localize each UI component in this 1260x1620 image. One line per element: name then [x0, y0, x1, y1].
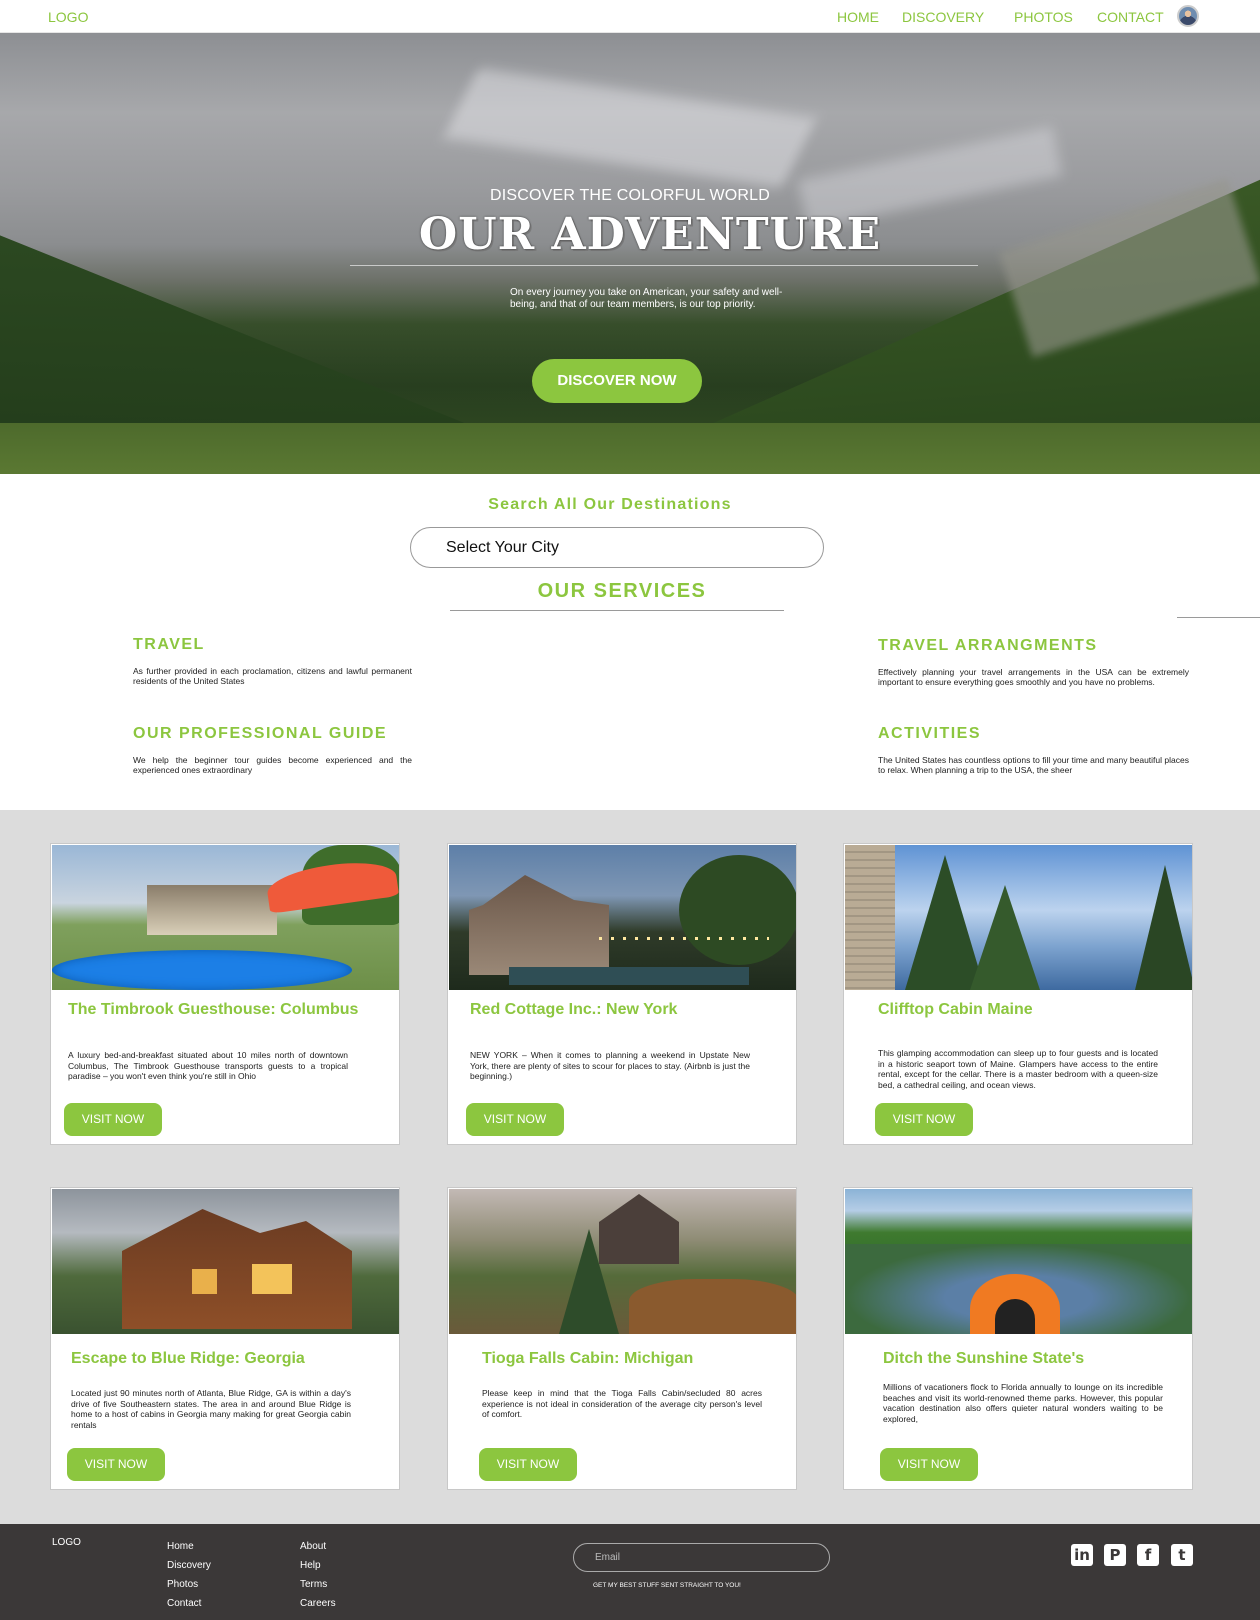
destination-card: Ditch the Sunshine State's Millions of v… [843, 1187, 1193, 1490]
footer-link-about[interactable]: About [300, 1537, 336, 1556]
hero-subtitle: DISCOVER THE COLORFUL WORLD [489, 187, 771, 204]
service-title: OUR PROFESSIONAL GUIDE [133, 725, 388, 742]
email-placeholder: Email [595, 1552, 621, 1563]
hero-banner: DISCOVER THE COLORFUL WORLD OUR ADVENTUR… [0, 33, 1260, 474]
nav-link-contact[interactable]: CONTACT [1097, 9, 1164, 25]
hero-divider [350, 265, 978, 266]
services-divider [450, 610, 784, 611]
destination-card: Red Cottage Inc.: New York NEW YORK – Wh… [447, 843, 797, 1145]
email-input[interactable]: Email [573, 1543, 830, 1572]
site-logo[interactable]: LOGO [48, 9, 88, 25]
nav-link-discovery[interactable]: DISCOVERY [902, 9, 984, 25]
hero-description: On every journey you take on American, y… [510, 287, 783, 310]
service-title: ACTIVITIES [878, 725, 982, 742]
nav-link-photos[interactable]: PHOTOS [1014, 9, 1073, 25]
footer: LOGO Home Discovery Photos Contact About… [0, 1524, 1260, 1620]
visit-now-button[interactable]: VISIT NOW [880, 1448, 978, 1481]
meadow [0, 423, 1260, 474]
card-title[interactable]: The Timbrook Guesthouse: Columbus [68, 1001, 358, 1019]
card-title[interactable]: Ditch the Sunshine State's [883, 1350, 1084, 1368]
service-text: As further provided in each proclamation… [133, 666, 412, 686]
card-text: A luxury bed-and-breakfast situated abou… [68, 1050, 348, 1081]
footer-link-careers[interactable]: Careers [300, 1594, 336, 1613]
cottage-photo [449, 845, 796, 990]
kayak-photo [845, 1189, 1192, 1334]
blue-ridge-photo [52, 1189, 399, 1334]
visit-now-button[interactable]: VISIT NOW [64, 1103, 162, 1136]
footer-link-contact[interactable]: Contact [167, 1594, 211, 1613]
city-select[interactable]: Select Your City [410, 527, 824, 568]
city-select-value: Select Your City [446, 539, 559, 556]
service-arrangements: TRAVEL ARRANGMENTS Effectively planning … [878, 637, 1189, 687]
pinterest-icon[interactable]: P [1104, 1544, 1126, 1566]
card-text: This glamping accommodation can sleep up… [878, 1048, 1158, 1090]
services-title: OUR SERVICES [537, 580, 707, 602]
tioga-photo [449, 1189, 796, 1334]
visit-now-button[interactable]: VISIT NOW [67, 1448, 165, 1481]
search-title: Search All Our Destinations [488, 496, 732, 513]
card-title[interactable]: Escape to Blue Ridge: Georgia [71, 1350, 305, 1368]
footer-links-secondary: About Help Terms Careers [300, 1537, 336, 1613]
card-text: Located just 90 minutes north of Atlanta… [71, 1388, 351, 1430]
footer-link-photos[interactable]: Photos [167, 1575, 211, 1594]
footer-link-home[interactable]: Home [167, 1537, 211, 1556]
service-guide: OUR PROFESSIONAL GUIDE We help the begin… [133, 725, 412, 775]
nav-link-home[interactable]: HOME [837, 9, 879, 25]
mountain-snow [443, 68, 817, 188]
footer-link-discovery[interactable]: Discovery [167, 1556, 211, 1575]
newsletter-tagline: GET MY BEST STUFF SENT STRAIGHT TO YOU! [593, 1582, 741, 1589]
edge-divider [1177, 617, 1260, 618]
service-title: TRAVEL ARRANGMENTS [878, 637, 1098, 654]
facebook-icon[interactable]: f [1137, 1544, 1159, 1566]
cabin-photo [845, 845, 1192, 990]
card-text: Millions of vacationers flock to Florida… [883, 1382, 1163, 1424]
service-text: We help the beginner tour guides become … [133, 755, 412, 775]
card-text: NEW YORK – When it comes to planning a w… [470, 1050, 750, 1081]
visit-now-button[interactable]: VISIT NOW [466, 1103, 564, 1136]
linkedin-icon[interactable]: in [1071, 1544, 1093, 1566]
card-title[interactable]: Clifftop Cabin Maine [878, 1001, 1033, 1019]
destination-card: The Timbrook Guesthouse: Columbus A luxu… [50, 843, 400, 1145]
hero-title: OUR ADVENTURE [418, 209, 882, 260]
service-text: The United States has countless options … [878, 755, 1189, 775]
footer-link-terms[interactable]: Terms [300, 1575, 336, 1594]
visit-now-button[interactable]: VISIT NOW [875, 1103, 973, 1136]
destination-card: Tioga Falls Cabin: Michigan Please keep … [447, 1187, 797, 1490]
service-title: TRAVEL [133, 636, 205, 653]
card-text: Please keep in mind that the Tioga Falls… [482, 1388, 762, 1419]
destination-card: Clifftop Cabin Maine This glamping accom… [843, 843, 1193, 1145]
footer-links-primary: Home Discovery Photos Contact [167, 1537, 211, 1613]
service-text: Effectively planning your travel arrange… [878, 667, 1189, 687]
footer-link-help[interactable]: Help [300, 1556, 336, 1575]
twitter-icon[interactable]: t [1171, 1544, 1193, 1566]
destination-card: Escape to Blue Ridge: Georgia Located ju… [50, 1187, 400, 1490]
discover-now-button[interactable]: DISCOVER NOW [532, 359, 702, 403]
top-navbar: LOGO HOME DISCOVERY PHOTOS CONTACT [0, 0, 1260, 33]
visit-now-button[interactable]: VISIT NOW [479, 1448, 577, 1481]
card-title[interactable]: Red Cottage Inc.: New York [470, 1001, 677, 1019]
guesthouse-photo [52, 845, 399, 990]
card-title[interactable]: Tioga Falls Cabin: Michigan [482, 1350, 693, 1368]
service-travel: TRAVEL As further provided in each procl… [133, 636, 412, 686]
footer-logo[interactable]: LOGO [52, 1537, 81, 1548]
service-activities: ACTIVITIES The United States has countle… [878, 725, 1189, 775]
user-avatar[interactable] [1177, 5, 1199, 27]
